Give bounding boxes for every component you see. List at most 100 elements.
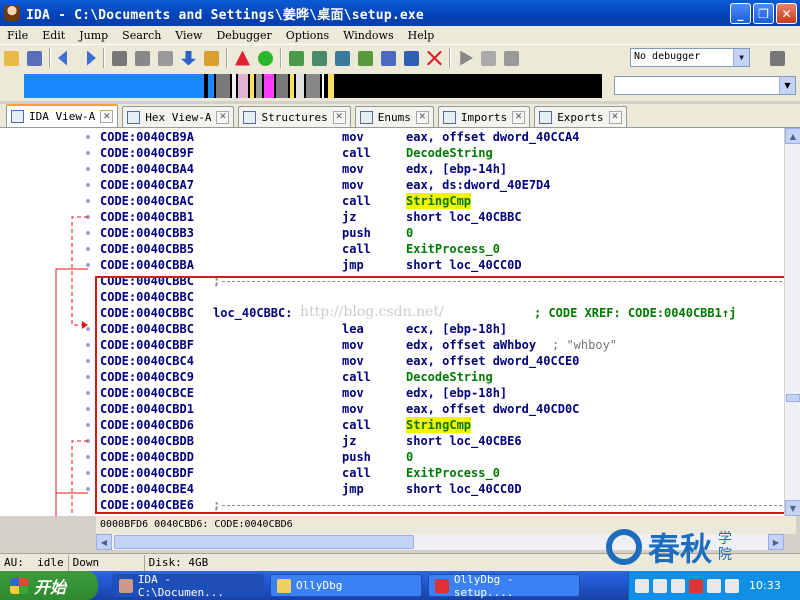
disasm-row[interactable]: CODE:0040CBBA jmp short loc_40CC0D bbox=[100, 257, 522, 273]
row-mnemonic: call bbox=[342, 466, 371, 480]
jump-down-icon[interactable] bbox=[178, 48, 199, 69]
menu-search[interactable]: Search bbox=[115, 29, 168, 42]
disasm-row[interactable]: CODE:0040CBDD push 0 bbox=[100, 449, 413, 465]
binoculars-icon[interactable] bbox=[109, 48, 130, 69]
warning-icon[interactable] bbox=[232, 48, 253, 69]
row-address: CODE:0040CBE6 bbox=[100, 498, 194, 512]
tab-exports[interactable]: Exports ✕ bbox=[534, 106, 627, 127]
open-file-button[interactable] bbox=[1, 48, 22, 69]
row-mnemonic: mov bbox=[342, 162, 364, 176]
create-function-icon[interactable] bbox=[378, 48, 399, 69]
ida-app-icon bbox=[119, 578, 133, 593]
keyboard-icon[interactable] bbox=[635, 578, 649, 593]
scroll-thumb[interactable] bbox=[786, 394, 800, 402]
tab-imports[interactable]: Imports ✕ bbox=[437, 106, 531, 127]
binoculars-next-icon[interactable] bbox=[132, 48, 153, 69]
close-icon[interactable]: ✕ bbox=[100, 110, 114, 123]
close-button[interactable]: ✕ bbox=[776, 3, 797, 24]
menu-view[interactable]: View bbox=[168, 29, 209, 42]
disasm-row[interactable]: CODE:0040CB9F call DecodeString bbox=[100, 145, 493, 161]
disasm-row[interactable]: CODE:0040CBB5 call ExitProcess_0 bbox=[100, 241, 500, 257]
disassembly-view[interactable]: CODE:0040CB9A mov eax, offset dword_40CCA4… bbox=[96, 128, 784, 516]
address-combo[interactable]: ▼ bbox=[614, 76, 796, 95]
volume-icon[interactable] bbox=[725, 578, 739, 593]
disasm-row[interactable]: CODE:0040CBD1 mov eax, offset dword_40CD0C bbox=[100, 401, 579, 417]
start-button[interactable]: 开始 bbox=[0, 571, 98, 600]
create-string-icon[interactable] bbox=[332, 48, 353, 69]
create-data-icon[interactable] bbox=[309, 48, 330, 69]
disasm-row[interactable]: CODE:0040CBCE mov edx, [ebp-18h] bbox=[100, 385, 507, 401]
debug-pause-icon[interactable] bbox=[478, 48, 499, 69]
disasm-row[interactable]: CODE:0040CBBF mov edx, offset aWhboy ; "whb… bbox=[100, 337, 617, 353]
menu-debugger[interactable]: Debugger bbox=[209, 29, 278, 42]
disasm-row[interactable]: CODE:0040CBB3 push 0 bbox=[100, 225, 413, 241]
restore-button[interactable]: ❐ bbox=[753, 3, 774, 24]
security-icon[interactable] bbox=[689, 578, 703, 593]
navigation-band[interactable] bbox=[24, 74, 602, 98]
row-mnemonic: call bbox=[342, 418, 371, 432]
debugger-select[interactable]: No debugger ▼ bbox=[630, 48, 750, 67]
create-array-icon[interactable] bbox=[355, 48, 376, 69]
edit-function-icon[interactable] bbox=[401, 48, 422, 69]
disasm-row[interactable]: CODE:0040CBAC call StringCmp bbox=[100, 193, 472, 209]
tab-enums[interactable]: Enums ✕ bbox=[354, 106, 434, 127]
disasm-row[interactable]: CODE:0040CBC9 call DecodeString bbox=[100, 369, 493, 385]
tab-ida-view-a[interactable]: IDA View-A ✕ bbox=[6, 104, 119, 127]
close-icon[interactable]: ✕ bbox=[332, 110, 346, 124]
segments-icon[interactable] bbox=[767, 48, 788, 69]
close-icon[interactable]: ✕ bbox=[216, 110, 230, 124]
menu-options[interactable]: Options bbox=[279, 29, 336, 42]
task-ollydbg-folder[interactable]: OllyDbg bbox=[270, 574, 422, 597]
forward-button[interactable] bbox=[78, 48, 99, 69]
menu-file[interactable]: File bbox=[0, 29, 35, 42]
network-icon[interactable] bbox=[707, 578, 721, 593]
disasm-row[interactable]: CODE:0040CBA7 mov eax, ds:dword_40E7D4 bbox=[100, 177, 551, 193]
menu-windows[interactable]: Windows bbox=[336, 29, 400, 42]
disasm-row[interactable]: CODE:0040CBA4 mov edx, [ebp-14h] bbox=[100, 161, 507, 177]
disasm-row[interactable]: CODE:0040CBDF call ExitProcess_0 bbox=[100, 465, 500, 481]
minimize-button[interactable]: _ bbox=[730, 3, 751, 24]
menu-help[interactable]: Help bbox=[401, 29, 442, 42]
disasm-row[interactable]: CODE:0040CBE6; bbox=[100, 497, 220, 513]
close-icon[interactable]: ✕ bbox=[415, 110, 429, 124]
disasm-row[interactable]: CODE:0040CB9A mov eax, offset dword_40CCA4 bbox=[100, 129, 579, 145]
close-icon[interactable]: ✕ bbox=[608, 110, 622, 124]
create-code-icon[interactable] bbox=[286, 48, 307, 69]
vertical-scrollbar[interactable]: ▲ ▼ bbox=[784, 128, 800, 516]
scroll-up-icon[interactable]: ▲ bbox=[785, 128, 800, 144]
debug-start-icon[interactable] bbox=[455, 48, 476, 69]
help-icon[interactable] bbox=[653, 578, 667, 593]
save-button[interactable] bbox=[24, 48, 45, 69]
disasm-row[interactable]: CODE:0040CBBC bbox=[100, 289, 194, 305]
task-ida[interactable]: IDA - C:\Documen... bbox=[112, 573, 264, 599]
menu-jump[interactable]: Jump bbox=[72, 29, 115, 42]
tab-hex-view-a[interactable]: Hex View-A ✕ bbox=[122, 106, 235, 127]
back-button[interactable] bbox=[55, 48, 76, 69]
language-icon[interactable] bbox=[671, 578, 685, 593]
disasm-row[interactable]: CODE:0040CBC4 mov eax, offset dword_40CCE0 bbox=[100, 353, 579, 369]
disasm-row[interactable]: CODE:0040CBE4 jmp short loc_40CC0D bbox=[100, 481, 522, 497]
task-ollydbg-setup[interactable]: OllyDbg - setup.... bbox=[428, 573, 580, 599]
disasm-row[interactable]: CODE:0040CBD6 call StringCmp bbox=[100, 417, 472, 433]
scroll-left-icon[interactable]: ◀ bbox=[96, 534, 112, 550]
find-icon[interactable] bbox=[155, 48, 176, 69]
disasm-row[interactable]: CODE:0040CBBC loc_40CBBC: ; CODE XREF: COD… bbox=[100, 305, 736, 321]
tab-structures[interactable]: Structures ✕ bbox=[238, 106, 351, 127]
disasm-row[interactable]: CODE:0040CBB1 jz short loc_40CBBC bbox=[100, 209, 522, 225]
undefine-icon[interactable] bbox=[424, 48, 445, 69]
scroll-down-icon[interactable]: ▼ bbox=[785, 500, 800, 516]
separator-line bbox=[222, 281, 782, 282]
run-green-icon[interactable] bbox=[255, 48, 276, 69]
close-icon[interactable]: ✕ bbox=[512, 110, 526, 124]
patch-icon[interactable] bbox=[201, 48, 222, 69]
disasm-row[interactable]: CODE:0040CBBC lea ecx, [ebp-18h] bbox=[100, 321, 507, 337]
disasm-row[interactable]: CODE:0040CBBC; bbox=[100, 273, 220, 289]
ollydbg-bug-icon bbox=[435, 578, 449, 593]
debug-stop-icon[interactable] bbox=[501, 48, 522, 69]
row-operands: StringCmp bbox=[406, 417, 472, 433]
scroll-right-icon[interactable]: ▶ bbox=[768, 534, 784, 550]
menu-edit[interactable]: Edit bbox=[35, 29, 72, 42]
disasm-row[interactable]: CODE:0040CBDB jz short loc_40CBE6 bbox=[100, 433, 522, 449]
row-operands: ecx, [ebp-18h] bbox=[406, 322, 508, 336]
scroll-thumb[interactable] bbox=[114, 535, 414, 549]
